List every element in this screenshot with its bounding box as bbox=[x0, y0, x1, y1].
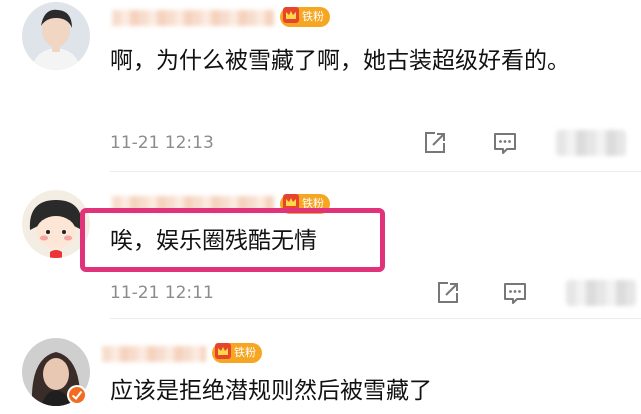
male-portrait-avatar[interactable] bbox=[22, 2, 90, 70]
comment-icon[interactable] bbox=[502, 280, 528, 306]
username-blurred[interactable] bbox=[102, 346, 206, 362]
like-button-blurred[interactable] bbox=[566, 280, 636, 306]
fan-badge-label: 铁粉 bbox=[234, 346, 256, 359]
comment-text: 啊，为什么被雪藏了啊，她古装超级好看的。 bbox=[110, 48, 570, 74]
comment-item: 铁粉 应该是拒绝潜规则然后被雪藏了 bbox=[0, 318, 641, 414]
crown-icon bbox=[283, 7, 299, 23]
comment-item: 铁粉 啊，为什么被雪藏了啊，她古装超级好看的。 11-21 12:13 bbox=[0, 0, 641, 172]
comment-text: 应该是拒绝潜规则然后被雪藏了 bbox=[110, 378, 432, 404]
fan-badge: 铁粉 bbox=[280, 7, 330, 27]
crown-icon bbox=[215, 343, 231, 359]
like-button-blurred[interactable] bbox=[556, 130, 626, 156]
verified-badge-icon bbox=[67, 385, 87, 405]
comment-icon[interactable] bbox=[492, 130, 518, 156]
username-blurred[interactable] bbox=[112, 10, 274, 26]
comment-text: 唉，娱乐圈残酷无情 bbox=[110, 228, 317, 254]
comment-item: 铁粉 唉，娱乐圈残酷无情 11-21 12:11 bbox=[0, 172, 641, 319]
comment-time: 11-21 12:13 bbox=[110, 133, 214, 153]
share-icon[interactable] bbox=[422, 130, 448, 156]
fan-badge: 铁粉 bbox=[212, 343, 262, 363]
share-icon[interactable] bbox=[435, 280, 461, 306]
fan-badge-label: 铁粉 bbox=[302, 10, 324, 23]
comment-time: 11-21 12:11 bbox=[110, 283, 214, 303]
